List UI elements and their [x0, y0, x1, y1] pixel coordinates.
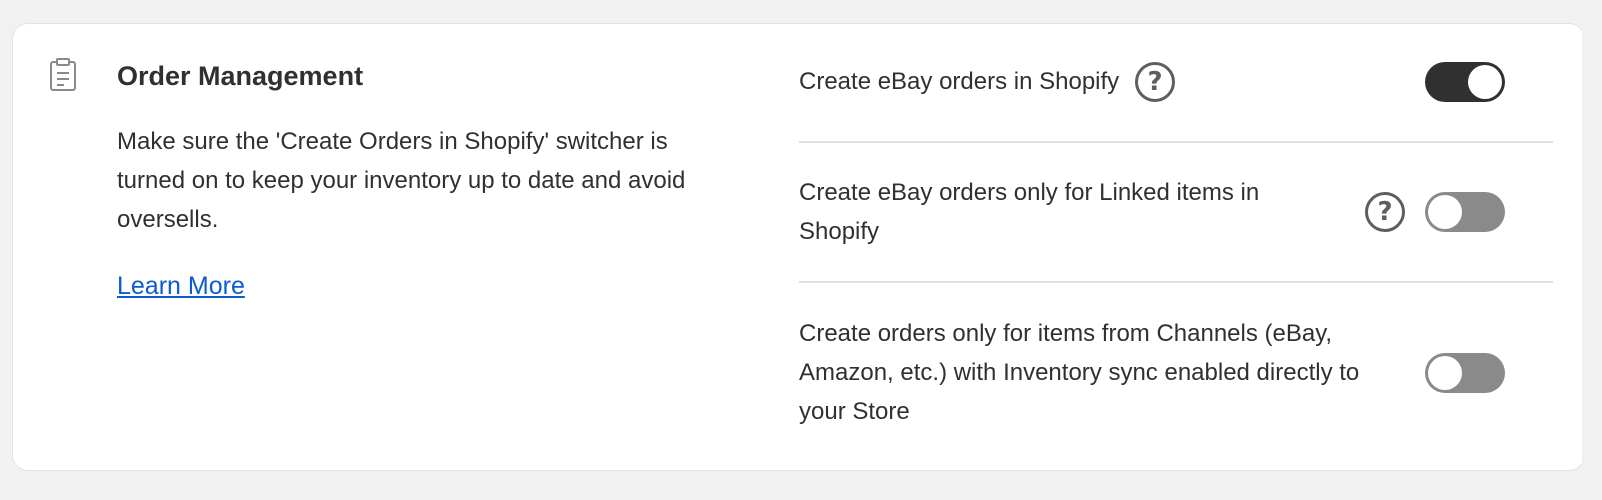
section-description: Make sure the 'Create Orders in Shopify'… — [117, 128, 686, 233]
setting-row-create-ebay-orders: Create eBay orders in Shopify ? — [799, 62, 1553, 102]
clipboard-icon — [49, 58, 77, 92]
setting-row-linked-items: Create eBay orders only for Linked items… — [799, 173, 1553, 253]
section-info: Order Management Make sure the 'Create O… — [117, 60, 707, 302]
help-icon[interactable]: ? — [1365, 192, 1405, 232]
setting-row-inventory-sync-channels: Create orders only for items from Channe… — [799, 314, 1553, 431]
order-management-card: Order Management Make sure the 'Create O… — [12, 23, 1585, 471]
setting-label: Create orders only for items from Channe… — [799, 320, 1360, 425]
divider — [799, 141, 1553, 143]
page: Order Management Make sure the 'Create O… — [0, 0, 1602, 500]
toggle-knob — [1428, 195, 1462, 229]
setting-label: Create eBay orders in Shopify — [799, 68, 1120, 95]
divider — [799, 281, 1553, 283]
inventory-sync-channels-toggle[interactable] — [1425, 353, 1505, 393]
toggle-knob — [1428, 356, 1462, 390]
scrollbar-track[interactable] — [1582, 0, 1602, 500]
help-icon[interactable]: ? — [1135, 62, 1175, 102]
learn-more-link[interactable]: Learn More — [117, 270, 245, 302]
section-title: Order Management — [117, 61, 364, 91]
linked-items-toggle[interactable] — [1425, 192, 1505, 232]
setting-label: Create eBay orders only for Linked items… — [799, 179, 1260, 245]
create-ebay-orders-toggle[interactable] — [1425, 62, 1505, 102]
toggle-knob — [1468, 65, 1502, 99]
